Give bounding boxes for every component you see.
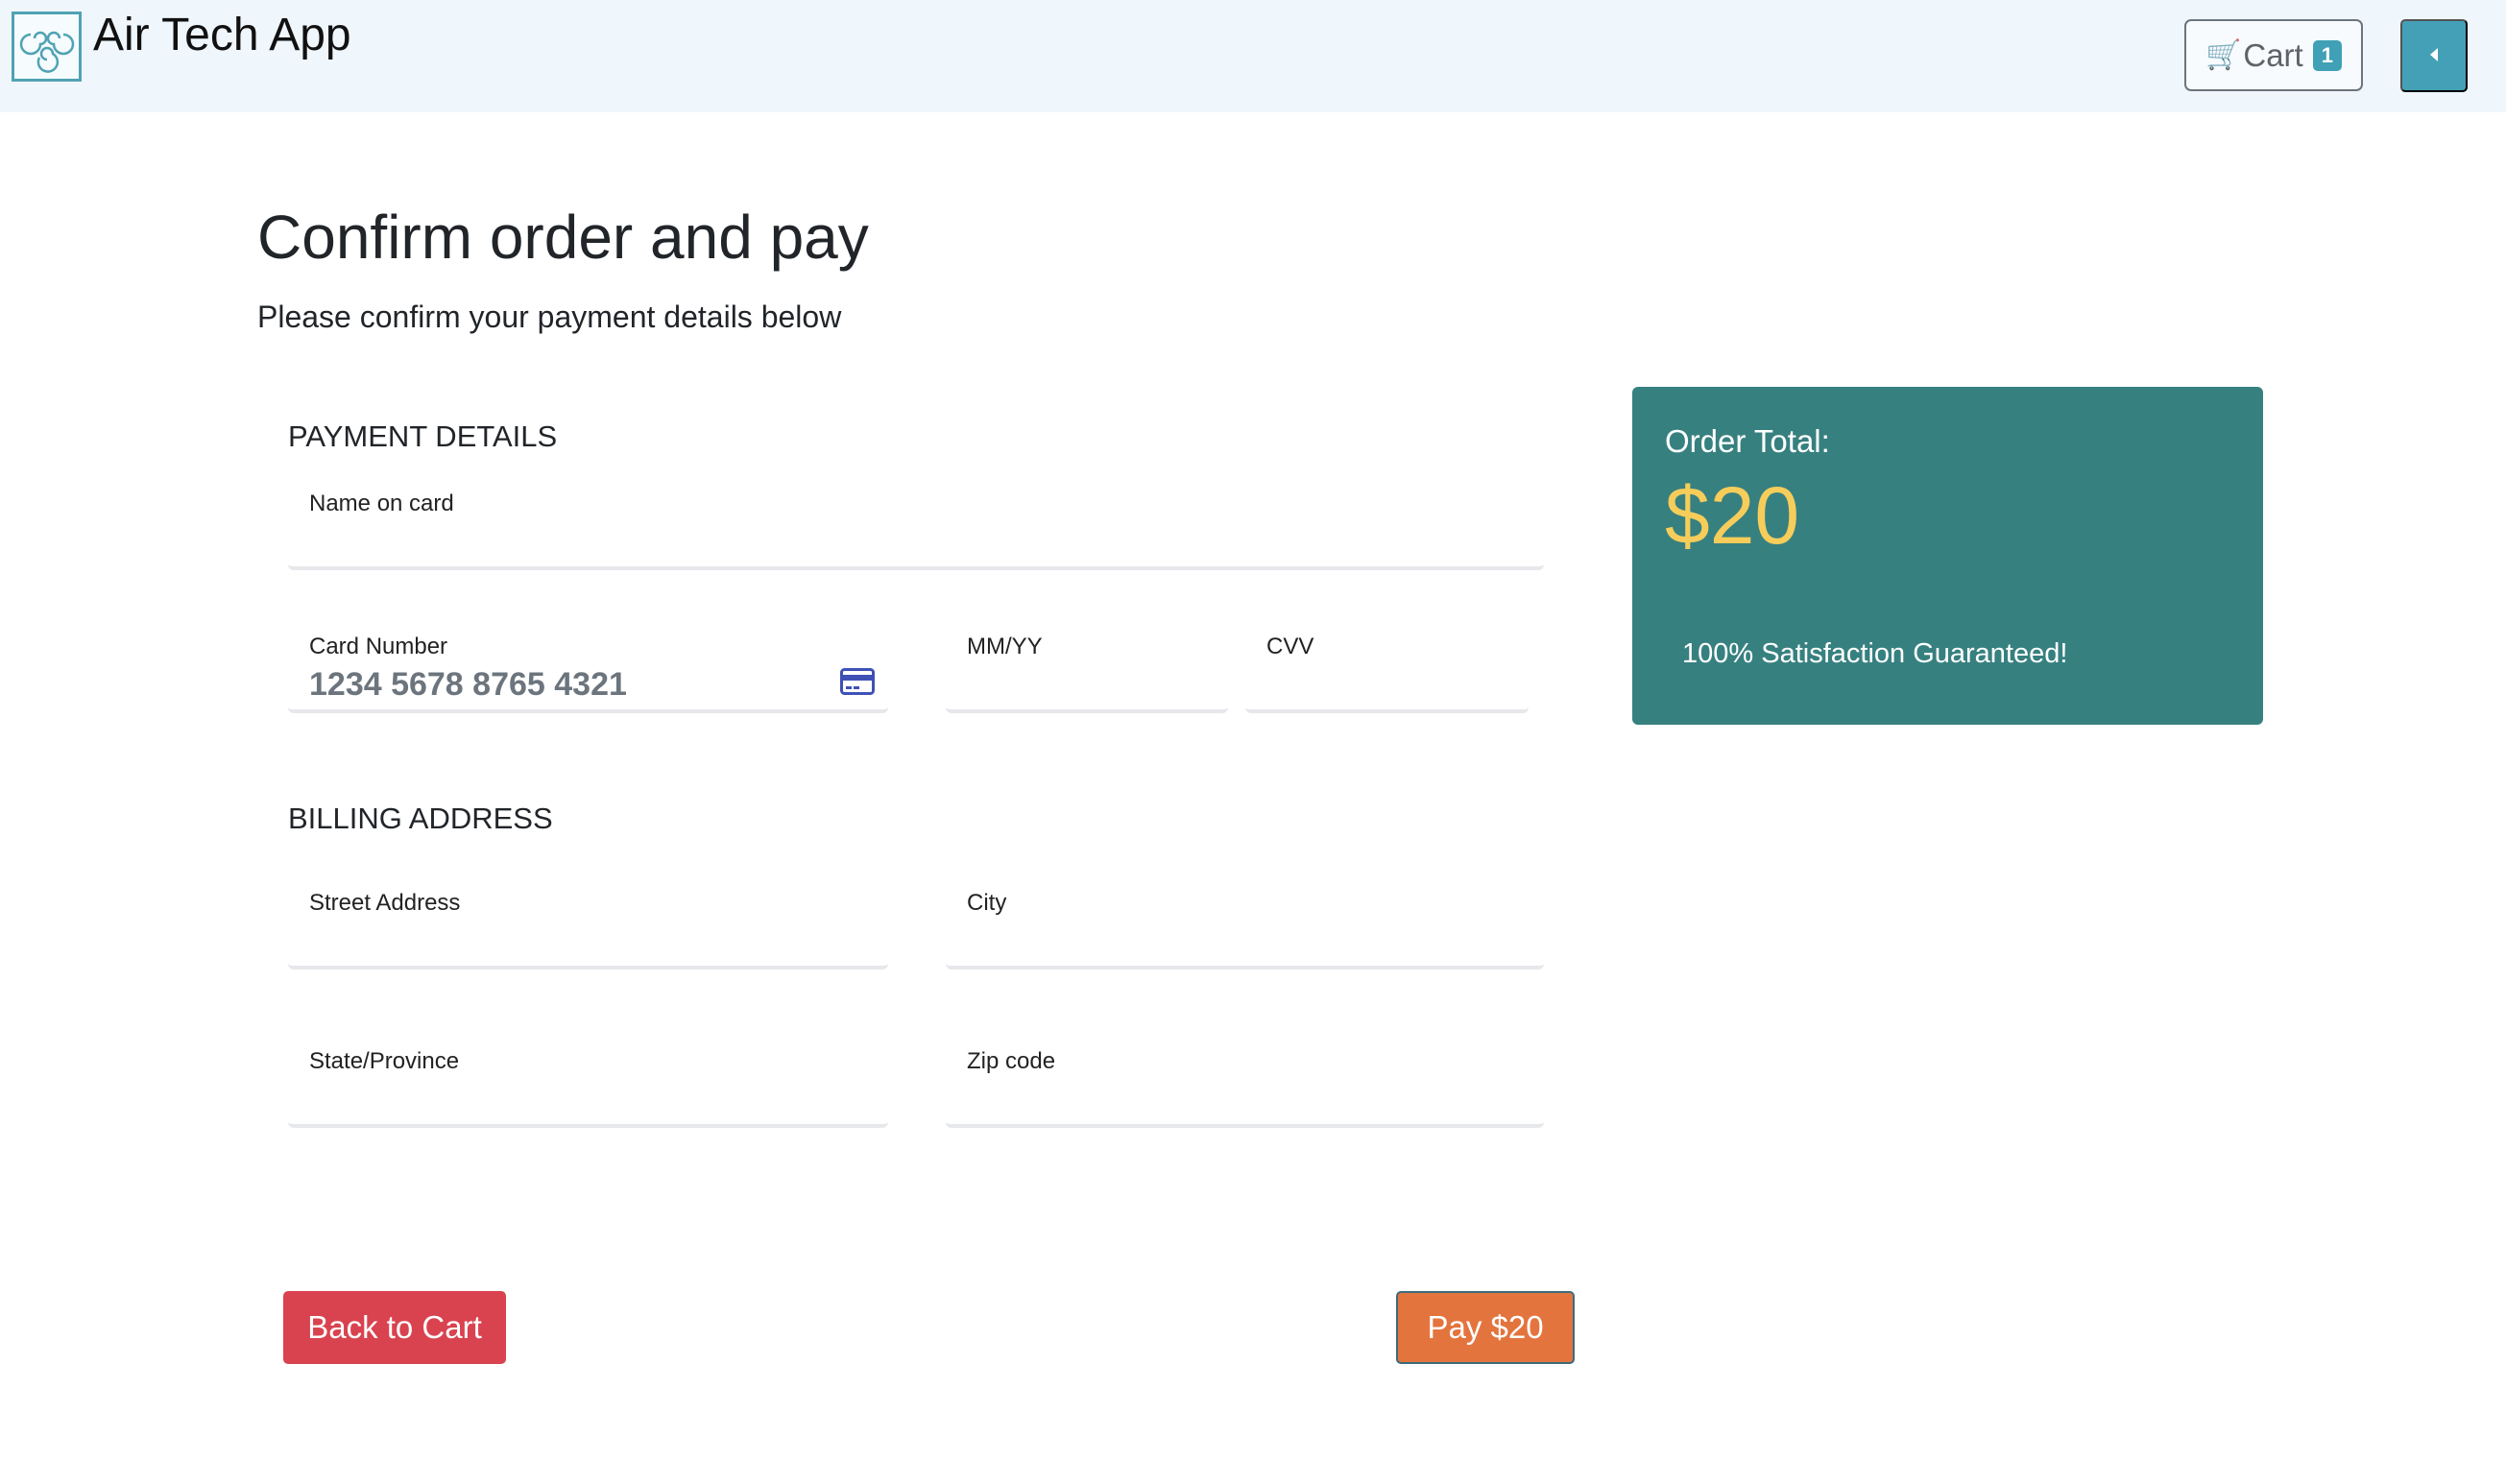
- pay-button[interactable]: Pay $20: [1396, 1291, 1575, 1364]
- caret-left-icon: [2427, 46, 2441, 66]
- city-field[interactable]: City: [946, 876, 1544, 969]
- zip-code-label: Zip code: [967, 1048, 1056, 1074]
- name-on-card-field[interactable]: Name on card: [288, 477, 1544, 570]
- expiry-field[interactable]: MM/YY: [946, 620, 1228, 713]
- street-address-field[interactable]: Street Address: [288, 876, 888, 969]
- order-total-label: Order Total:: [1665, 423, 1830, 459]
- card-number-label: Card Number: [309, 634, 448, 659]
- city-label: City: [967, 890, 1007, 916]
- brand[interactable]: Air Tech App: [12, 12, 351, 82]
- shopping-cart-icon: 🛒: [2205, 39, 2242, 71]
- satisfaction-guarantee: 100% Satisfaction Guaranteed!: [1682, 638, 2068, 669]
- expiry-label: MM/YY: [967, 634, 1043, 659]
- state-province-label: State/Province: [309, 1048, 460, 1074]
- street-address-label: Street Address: [309, 890, 461, 916]
- card-number-field[interactable]: Card Number 1234 5678 8765 4321: [288, 620, 888, 713]
- sidebar-toggle-button[interactable]: [2400, 19, 2468, 92]
- state-province-field[interactable]: State/Province: [288, 1035, 888, 1128]
- order-total-card: Order Total: $20 100% Satisfaction Guara…: [1632, 387, 2263, 725]
- navbar: Air Tech App 🛒 Cart 1: [0, 0, 2506, 112]
- billing-address-heading: BILLING ADDRESS: [288, 802, 553, 835]
- zip-code-field[interactable]: Zip code: [946, 1035, 1544, 1128]
- payment-details-heading: PAYMENT DETAILS: [288, 419, 558, 453]
- back-to-cart-button[interactable]: Back to Cart: [283, 1291, 506, 1364]
- brand-name: Air Tech App: [93, 9, 351, 60]
- air-swirl-logo-icon: [12, 12, 82, 82]
- card-number-value: 1234 5678 8765 4321: [309, 666, 627, 703]
- name-on-card-label: Name on card: [309, 491, 454, 516]
- credit-card-icon: [840, 668, 875, 700]
- order-total-amount: $20: [1665, 470, 1800, 561]
- page-subtitle: Please confirm your payment details belo…: [257, 299, 842, 334]
- cvv-field[interactable]: CVV: [1245, 620, 1529, 713]
- cart-button[interactable]: 🛒 Cart 1: [2184, 19, 2363, 91]
- cart-count-badge: 1: [2312, 39, 2342, 71]
- page-title: Confirm order and pay: [257, 203, 869, 272]
- cart-label: Cart: [2243, 36, 2303, 73]
- cvv-label: CVV: [1266, 634, 1314, 659]
